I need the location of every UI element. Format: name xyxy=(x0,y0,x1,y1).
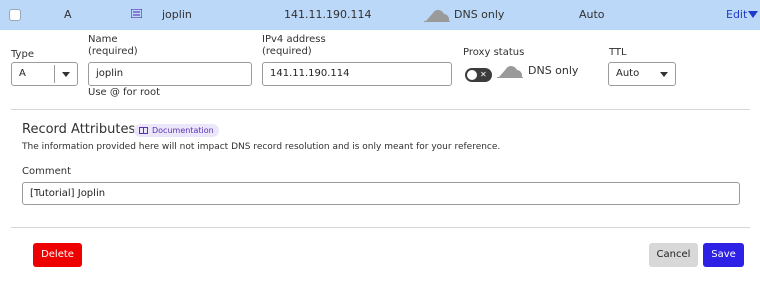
row-proxy-status: DNS only xyxy=(454,8,505,21)
toggle-knob xyxy=(467,70,477,80)
ipv4-value: 141.11.190.114 xyxy=(270,68,350,79)
comment-label: Comment xyxy=(22,166,71,177)
cancel-button[interactable]: Cancel xyxy=(649,243,698,267)
comment-input[interactable]: [Tutorial] Joplin xyxy=(22,182,740,205)
dns-record-row[interactable]: A joplin 141.11.190.114 DNS only Auto Ed… xyxy=(0,0,760,30)
row-checkbox[interactable] xyxy=(9,9,21,21)
edit-label: Edit xyxy=(726,8,748,21)
chevron-down-icon xyxy=(660,72,668,77)
name-hint: Use @ for root xyxy=(88,87,161,98)
documentation-link[interactable]: Documentation xyxy=(134,124,219,137)
delete-button[interactable]: Delete xyxy=(33,243,82,267)
row-ttl: Auto xyxy=(579,8,605,21)
edit-toggle[interactable]: Edit xyxy=(726,8,759,21)
ipv4-required-label: (required) xyxy=(262,46,312,57)
documentation-label: Documentation xyxy=(152,126,214,135)
cloud-icon xyxy=(424,10,450,22)
name-input[interactable]: joplin xyxy=(88,62,252,86)
row-type: A xyxy=(64,8,72,21)
record-attributes-title: Record Attributes xyxy=(22,122,136,137)
record-attributes-description: The information provided here will not i… xyxy=(22,142,501,152)
name-required-label: (required) xyxy=(88,46,138,57)
row-content: 141.11.190.114 xyxy=(284,8,372,21)
cloud-icon xyxy=(497,66,523,78)
comment-value: [Tutorial] Joplin xyxy=(30,188,106,199)
ipv4-input[interactable]: 141.11.190.114 xyxy=(262,62,452,86)
ttl-value: Auto xyxy=(616,68,640,79)
save-button[interactable]: Save xyxy=(703,243,744,267)
chevron-down-icon xyxy=(62,72,70,77)
name-value: joplin xyxy=(96,68,124,79)
ttl-label: TTL xyxy=(609,47,627,58)
proxy-status-value: DNS only xyxy=(528,64,579,77)
proxy-status-label: Proxy status xyxy=(463,47,525,58)
type-select[interactable]: A xyxy=(11,62,78,86)
type-label: Type xyxy=(11,49,34,60)
caret-down-icon xyxy=(748,11,759,18)
proxy-toggle[interactable]: ✕ xyxy=(465,68,492,82)
toggle-off-icon: ✕ xyxy=(480,70,487,79)
divider xyxy=(11,227,750,228)
row-name: joplin xyxy=(162,8,192,21)
book-icon xyxy=(139,127,148,134)
ttl-select[interactable]: Auto xyxy=(608,62,676,86)
select-divider xyxy=(54,65,55,83)
type-value: A xyxy=(19,68,26,79)
divider xyxy=(11,109,750,110)
list-icon xyxy=(131,9,142,18)
